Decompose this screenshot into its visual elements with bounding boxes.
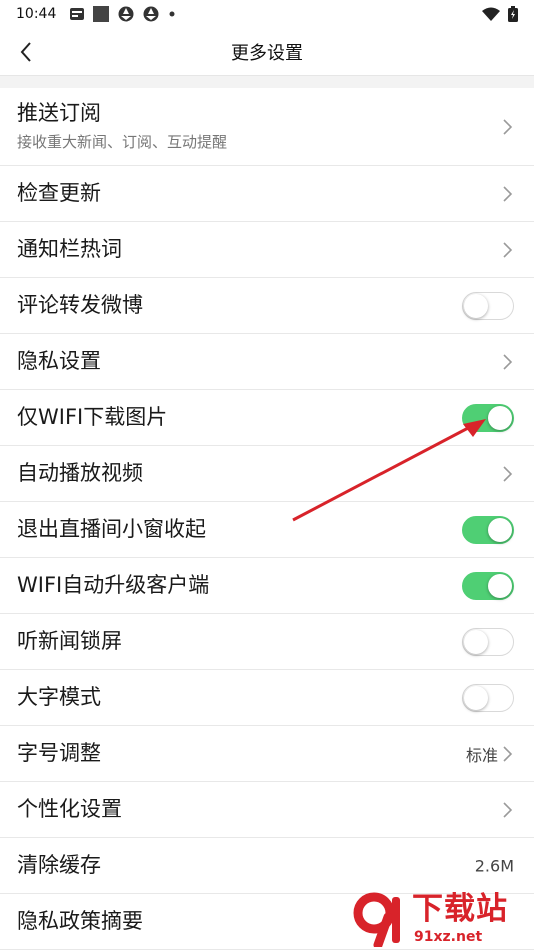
chevron-left-icon (20, 42, 31, 62)
watermark-site: 91xz.net (412, 928, 485, 945)
settings-row-control (462, 627, 514, 656)
watermark-logo-mark (353, 892, 400, 950)
settings-row-label: 退出直播间小窗收起 (17, 516, 206, 541)
settings-row-push[interactable]: 推送订阅接收重大新闻、订阅、互动提醒 (0, 88, 534, 166)
settings-row-label: 仅WIFI下载图片 (17, 404, 168, 429)
settings-row-notify-hotwords[interactable]: 通知栏热词 (0, 222, 534, 278)
settings-row-value: 2.6M (474, 856, 514, 875)
square-app-icon (93, 6, 110, 22)
status-time: 10:44 (16, 6, 57, 22)
settings-row-label: 个性化设置 (17, 796, 122, 821)
settings-row-control (462, 683, 514, 712)
settings-row-autoplay[interactable]: 自动播放视频 (0, 446, 534, 502)
settings-row-privacy[interactable]: 隐私设置 (0, 334, 534, 390)
settings-row-control (462, 403, 514, 432)
settings-row-label: 自动播放视频 (17, 460, 143, 485)
status-icons-right (482, 6, 518, 22)
toggle-switch[interactable] (462, 515, 514, 544)
settings-row-fontsize[interactable]: 字号调整 标准 (0, 726, 534, 782)
news-app-icon (70, 8, 85, 20)
toggle-switch[interactable] (462, 403, 514, 432)
settings-row-label: 字号调整 (17, 740, 101, 765)
settings-row-control (502, 185, 514, 203)
wifi-icon (482, 7, 500, 21)
settings-row-control (502, 241, 514, 259)
toggle-knob (488, 573, 512, 598)
settings-row-wifi-upgrade[interactable]: WIFI自动升级客户端 (0, 558, 534, 614)
settings-row-label: 隐私政策摘要 (17, 908, 143, 933)
chevron-right-icon (503, 241, 513, 258)
toggle-knob (488, 517, 512, 542)
settings-row-label: 推送订阅 (17, 101, 101, 126)
settings-row-label: 通知栏热词 (17, 236, 122, 261)
settings-row-lockscreen[interactable]: 听新闻锁屏 (0, 614, 534, 670)
toggle-knob (464, 629, 488, 654)
battery-icon (508, 6, 518, 22)
section-gap (0, 76, 534, 88)
toggle-switch[interactable] (462, 627, 514, 656)
settings-row-control (462, 571, 514, 600)
settings-row-subtitle: 接收重大新闻、订阅、互动提醒 (17, 132, 228, 151)
settings-row-control (502, 353, 514, 371)
settings-list: 推送订阅接收重大新闻、订阅、互动提醒检查更新通知栏热词评论转发微博 隐私设置仅WI… (0, 88, 534, 950)
toggle-knob (488, 405, 512, 430)
settings-row-cache[interactable]: 清除缓存 2.6M (0, 838, 534, 894)
nav-bar: 更多设置 (0, 28, 534, 76)
back-button[interactable] (14, 38, 38, 66)
settings-row-live-mini[interactable]: 退出直播间小窗收起 (0, 502, 534, 558)
toggle-switch[interactable] (462, 291, 514, 320)
settings-row-personalize[interactable]: 个性化设置 (0, 782, 534, 838)
settings-row-label: 大字模式 (17, 684, 101, 709)
chevron-right-icon (503, 118, 513, 135)
settings-row-label: 清除缓存 (17, 852, 101, 877)
chevron-right-icon (503, 353, 513, 370)
watermark-brand: 下载站 (412, 890, 508, 927)
aperture-icon (118, 6, 134, 22)
page-title: 更多设置 (231, 42, 303, 64)
chevron-right-icon (503, 801, 513, 818)
chevron-right-icon (503, 745, 513, 762)
settings-row-control (462, 291, 514, 320)
toggle-switch[interactable] (462, 571, 514, 600)
chevron-right-icon (503, 465, 513, 482)
settings-row-bigfont[interactable]: 大字模式 (0, 670, 534, 726)
watermark-logo (352, 891, 410, 950)
settings-row-value: 标准 (465, 745, 498, 765)
settings-row-update[interactable]: 检查更新 (0, 166, 534, 222)
dot-icon (169, 11, 175, 17)
settings-row-comment-weibo[interactable]: 评论转发微博 (0, 278, 534, 334)
aperture-icon (143, 6, 159, 22)
status-icons-left (70, 6, 176, 22)
toggle-switch[interactable] (462, 683, 514, 712)
settings-row-label: 评论转发微博 (17, 292, 143, 317)
settings-row-control (462, 515, 514, 544)
chevron-right-icon (503, 185, 513, 202)
settings-row-control: 2.6M (475, 856, 514, 875)
toggle-knob (464, 685, 488, 710)
watermark: 下载站 91xz.net (352, 890, 528, 950)
settings-row-label: 检查更新 (17, 180, 101, 205)
settings-row-control: 标准 (466, 742, 514, 766)
settings-row-wifi-images[interactable]: 仅WIFI下载图片 (0, 390, 534, 446)
status-bar: 10:44 (0, 0, 534, 28)
settings-row-control (502, 801, 514, 819)
settings-row-control (502, 465, 514, 483)
settings-row-control (502, 118, 514, 136)
toggle-knob (464, 293, 488, 318)
settings-row-label: 听新闻锁屏 (17, 628, 122, 653)
settings-row-label: WIFI自动升级客户端 (17, 572, 210, 597)
settings-row-label: 隐私设置 (17, 348, 101, 373)
watermark-text: 下载站 91xz.net (412, 890, 508, 945)
